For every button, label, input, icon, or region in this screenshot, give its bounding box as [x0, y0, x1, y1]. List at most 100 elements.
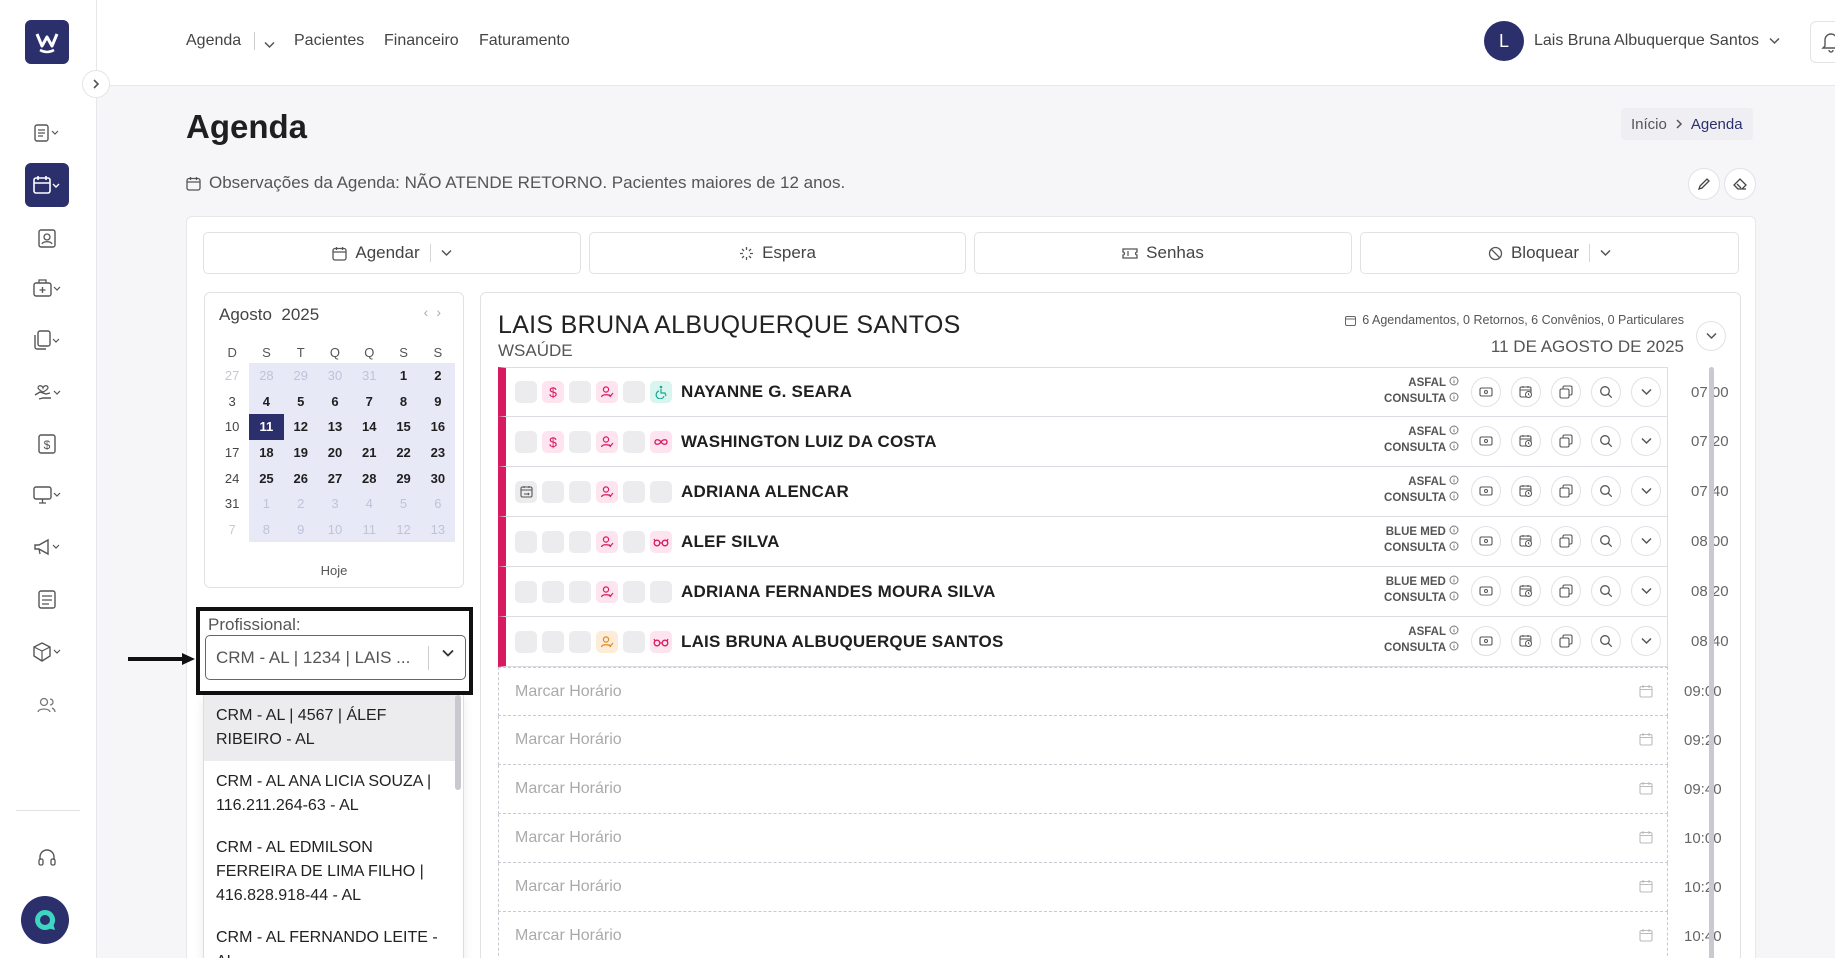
calendar-day[interactable]: 2 [283, 490, 318, 517]
calendar-day[interactable]: 31 [215, 491, 249, 517]
professional-option[interactable]: CRM - AL FERNANDO LEITE - AL [204, 917, 456, 958]
chevron-down-icon[interactable] [441, 249, 452, 257]
clear-observations-button[interactable] [1724, 168, 1756, 200]
status-indicator[interactable] [623, 480, 645, 503]
more-options-button[interactable] [1631, 426, 1661, 456]
status-indicator[interactable] [650, 580, 672, 603]
calendar-day[interactable]: 3 [215, 389, 249, 415]
sidebar-item-users[interactable] [25, 683, 69, 727]
calendar-day[interactable]: 6 [317, 388, 353, 415]
duplicate-button[interactable] [1551, 626, 1581, 656]
breadcrumb-home[interactable]: Início [1631, 116, 1667, 133]
calendar-day[interactable]: 7 [215, 517, 249, 543]
free-slot[interactable]: Marcar Horário 09:00 [498, 667, 1722, 716]
calendar-day[interactable]: 27 [215, 363, 249, 389]
appointment-row[interactable]: ALEF SILVABLUE MED CONSULTA 08:00 [498, 517, 1729, 567]
chevron-left-icon[interactable]: ‹ [424, 304, 437, 320]
calendar-day[interactable]: 13 [420, 516, 455, 543]
payment-button[interactable] [1471, 626, 1501, 656]
reschedule-button[interactable] [1511, 576, 1541, 606]
status-indicator[interactable] [515, 630, 537, 653]
reschedule-button[interactable] [1511, 476, 1541, 506]
status-indicator[interactable] [569, 580, 591, 603]
sidebar-item-telemedicine[interactable] [25, 473, 69, 517]
calendar-day[interactable]: 9 [283, 516, 318, 543]
calendar-day[interactable]: 5 [283, 388, 318, 415]
schedule-scrollbar[interactable] [1709, 367, 1714, 958]
calendar-day[interactable]: 8 [386, 388, 421, 415]
reschedule-button[interactable] [1511, 377, 1541, 407]
calendar-day[interactable]: 18 [249, 439, 284, 466]
free-slot[interactable]: Marcar Horário 09:40 [498, 765, 1722, 814]
calendar-day[interactable]: 13 [317, 414, 353, 440]
calendar-day[interactable]: 15 [386, 414, 421, 440]
sidebar-item-services[interactable] [25, 266, 69, 310]
view-button[interactable] [1591, 576, 1621, 606]
calendar-nav[interactable]: ‹› [424, 304, 449, 320]
status-indicator[interactable] [569, 630, 591, 653]
status-indicator[interactable] [596, 630, 618, 653]
sidebar-item-reports[interactable] [25, 111, 69, 155]
sidebar-item-agenda[interactable] [25, 163, 69, 207]
status-indicator[interactable] [542, 580, 564, 603]
sidebar-item-marketing[interactable] [25, 525, 69, 569]
more-options-button[interactable] [1631, 576, 1661, 606]
bloquear-button[interactable]: Bloquear [1360, 232, 1739, 274]
payment-button[interactable] [1471, 576, 1501, 606]
status-indicator[interactable] [623, 530, 645, 553]
calendar-day[interactable]: 5 [386, 490, 421, 517]
calendar-day[interactable]: 16 [420, 414, 455, 440]
calendar-day[interactable]: 21 [352, 439, 387, 466]
more-options-button[interactable] [1631, 526, 1661, 556]
status-indicator[interactable] [596, 381, 618, 403]
patient-name[interactable]: LAIS BRUNA ALBUQUERQUE SANTOS [681, 632, 1004, 652]
status-indicator[interactable] [515, 430, 537, 453]
calendar-day[interactable]: 6 [420, 490, 455, 517]
calendar-day[interactable]: 19 [283, 439, 318, 466]
calendar-day[interactable]: 31 [352, 363, 387, 389]
calendar-day[interactable]: 20 [317, 439, 353, 466]
status-indicator[interactable] [650, 530, 672, 553]
user-menu[interactable]: L Lais Bruna Albuquerque Santos [1484, 21, 1780, 61]
status-indicator[interactable] [569, 381, 591, 403]
status-indicator[interactable] [596, 480, 618, 503]
calendar-day[interactable]: 9 [420, 388, 455, 415]
professional-option[interactable]: CRM - AL | 4567 | ÁLEF RIBEIRO - AL [204, 695, 456, 761]
calendar-day[interactable]: 10 [317, 516, 353, 543]
calendar-day[interactable]: 12 [386, 516, 421, 543]
status-indicator[interactable] [596, 530, 618, 553]
sidebar-item-finance[interactable]: $ [25, 422, 69, 466]
professional-option[interactable]: CRM - AL EDMILSON FERREIRA DE LIMA FILHO… [204, 827, 456, 917]
edit-observations-button[interactable] [1688, 168, 1720, 200]
dropdown-scrollbar[interactable] [455, 695, 461, 790]
calendar-day[interactable]: 30 [420, 465, 455, 491]
professional-option[interactable]: CRM - AL ANA LICIA SOUZA | 116.211.264-6… [204, 761, 456, 827]
calendar-day[interactable]: 28 [352, 465, 387, 491]
patient-name[interactable]: WASHINGTON LUIZ DA COSTA [681, 432, 937, 452]
status-indicator[interactable] [623, 630, 645, 653]
sidebar-item-procedures[interactable] [25, 370, 69, 414]
status-indicator[interactable] [596, 430, 618, 453]
patient-name[interactable]: ALEF SILVA [681, 532, 780, 552]
status-indicator[interactable] [542, 630, 564, 653]
duplicate-button[interactable] [1551, 377, 1581, 407]
payment-button[interactable] [1471, 377, 1501, 407]
patient-name[interactable]: ADRIANA FERNANDES MOURA SILVA [681, 582, 996, 602]
status-indicator[interactable] [650, 480, 672, 503]
status-indicator[interactable] [542, 480, 564, 503]
duplicate-button[interactable] [1551, 576, 1581, 606]
status-indicator[interactable] [515, 530, 537, 553]
calendar-day[interactable]: 12 [283, 414, 318, 440]
status-indicator[interactable] [569, 480, 591, 503]
calendar-day[interactable]: 11 [352, 516, 387, 543]
calendar-day[interactable]: 1 [386, 363, 421, 389]
calendar-day[interactable]: 25 [249, 465, 284, 491]
patient-name[interactable]: NAYANNE G. SEARA [681, 382, 852, 402]
status-indicator[interactable] [569, 530, 591, 553]
status-indicator[interactable] [623, 580, 645, 603]
more-options-button[interactable] [1631, 626, 1661, 656]
patient-name[interactable]: ADRIANA ALENCAR [681, 482, 849, 502]
status-indicator[interactable] [623, 381, 645, 403]
reschedule-button[interactable] [1511, 526, 1541, 556]
status-indicator[interactable] [650, 381, 672, 403]
